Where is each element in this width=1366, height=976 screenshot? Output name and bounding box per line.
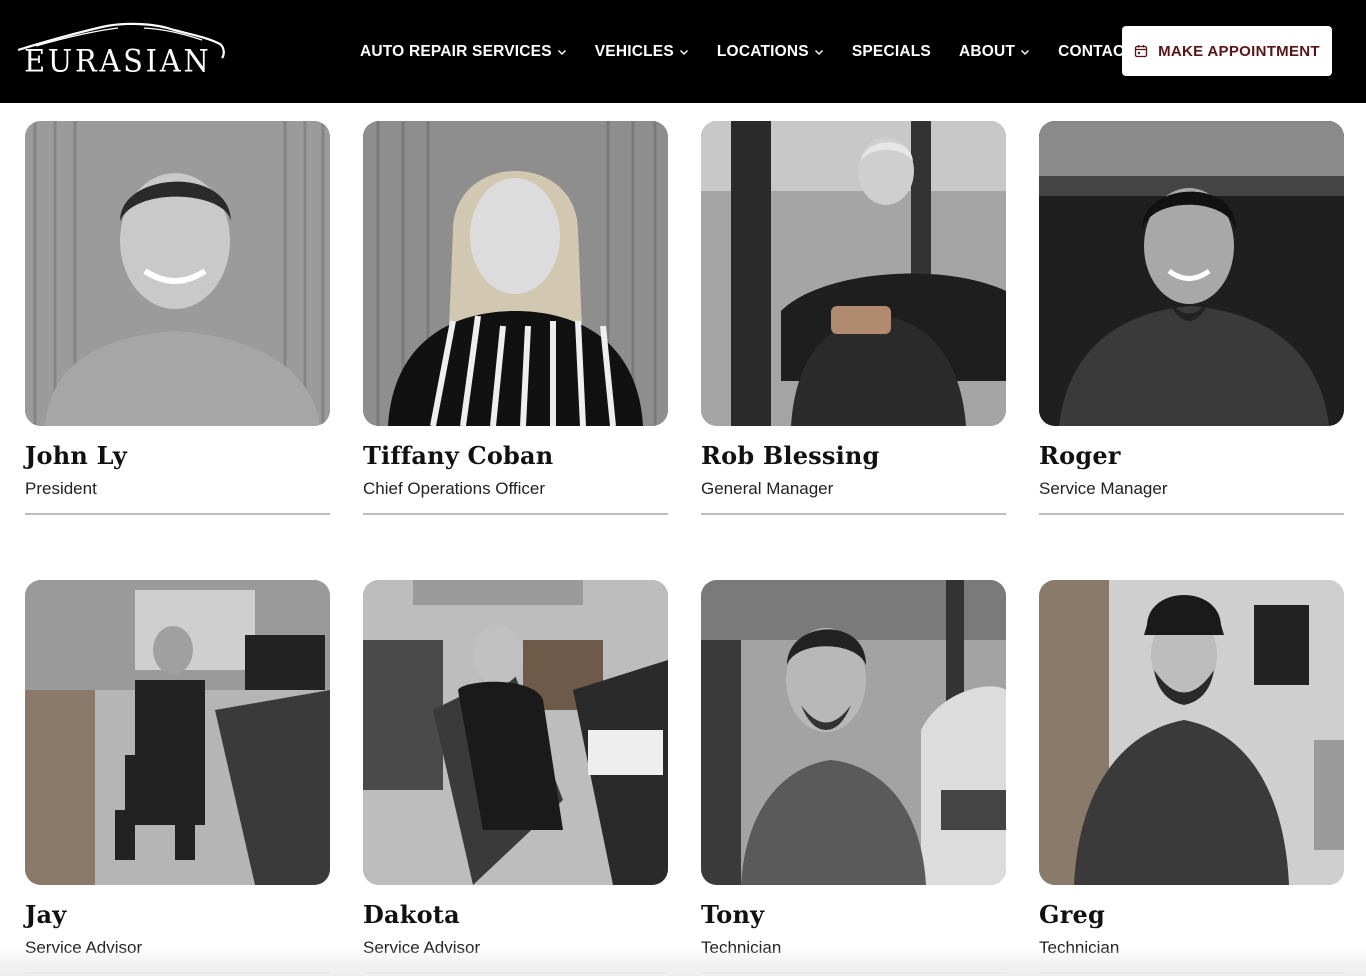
make-appointment-button[interactable]: MAKE APPOINTMENT bbox=[1122, 26, 1332, 76]
team-photo bbox=[363, 121, 668, 426]
member-name: Dakota bbox=[363, 900, 460, 929]
nav-locations[interactable]: LOCATIONS bbox=[717, 43, 824, 61]
team-photo bbox=[25, 121, 330, 426]
card-divider bbox=[1039, 972, 1344, 975]
team-photo bbox=[1039, 121, 1344, 426]
card-divider bbox=[363, 513, 668, 516]
member-role: Technician bbox=[701, 937, 782, 957]
nav-label: AUTO REPAIR SERVICES bbox=[360, 42, 552, 60]
member-name: Roger bbox=[1039, 441, 1121, 470]
member-name: Tony bbox=[701, 900, 765, 929]
card-divider bbox=[363, 972, 668, 975]
nav-label: VEHICLES bbox=[594, 42, 674, 60]
main-nav: AUTO REPAIR SERVICES VEHICLES LOCATIONS … bbox=[360, 0, 1162, 103]
team-photo bbox=[701, 580, 1006, 885]
member-name: Tiffany Coban bbox=[363, 441, 554, 470]
team-card[interactable]: Greg Technician bbox=[1039, 580, 1344, 975]
card-divider bbox=[701, 513, 1006, 516]
team-card[interactable]: Dakota Service Advisor bbox=[363, 580, 668, 975]
member-role: Service Advisor bbox=[25, 937, 143, 957]
nav-auto-repair-services[interactable]: AUTO REPAIR SERVICES bbox=[360, 43, 567, 61]
calendar-icon bbox=[1134, 45, 1148, 58]
member-name: Greg bbox=[1039, 900, 1105, 929]
logo-text: EURASIAN bbox=[24, 43, 212, 80]
card-divider bbox=[25, 513, 330, 516]
card-divider bbox=[25, 972, 330, 975]
chevron-down-icon bbox=[1021, 49, 1030, 55]
cta-label: MAKE APPOINTMENT bbox=[1158, 42, 1320, 60]
member-role: General Manager bbox=[701, 478, 834, 498]
team-photo bbox=[363, 580, 668, 885]
nav-label: ABOUT bbox=[958, 42, 1016, 60]
nav-label: SPECIALS bbox=[851, 42, 931, 60]
member-name: John Ly bbox=[25, 441, 127, 470]
team-photo bbox=[1039, 580, 1344, 885]
team-card[interactable]: John Ly President bbox=[25, 121, 330, 516]
member-name: Rob Blessing bbox=[701, 441, 880, 470]
member-role: Service Manager bbox=[1039, 478, 1168, 498]
team-card[interactable]: Tony Technician bbox=[701, 580, 1006, 975]
eurasian-logo[interactable]: EURASIAN bbox=[14, 20, 228, 82]
card-divider bbox=[701, 972, 1006, 975]
member-role: President bbox=[25, 478, 97, 498]
member-name: Jay bbox=[25, 900, 67, 929]
team-card[interactable]: Jay Service Advisor bbox=[25, 580, 330, 975]
member-role: Technician bbox=[1039, 937, 1120, 957]
site-header: EURASIAN AUTO REPAIR SERVICES VEHICLES L… bbox=[0, 0, 1366, 103]
nav-specials[interactable]: SPECIALS bbox=[852, 43, 931, 61]
nav-about[interactable]: ABOUT bbox=[959, 43, 1030, 61]
member-role: Service Advisor bbox=[363, 937, 481, 957]
card-divider bbox=[1039, 513, 1344, 516]
chevron-down-icon bbox=[679, 49, 688, 55]
team-card[interactable]: Rob Blessing General Manager bbox=[701, 121, 1006, 516]
member-role: Chief Operations Officer bbox=[363, 478, 546, 498]
team-photo bbox=[701, 121, 1006, 426]
nav-vehicles[interactable]: VEHICLES bbox=[595, 43, 689, 61]
team-card[interactable]: Tiffany Coban Chief Operations Officer bbox=[363, 121, 668, 516]
chevron-down-icon bbox=[557, 49, 566, 55]
team-photo bbox=[25, 580, 330, 885]
nav-label: LOCATIONS bbox=[716, 42, 809, 60]
chevron-down-icon bbox=[814, 49, 823, 55]
team-card[interactable]: Roger Service Manager bbox=[1039, 121, 1344, 516]
